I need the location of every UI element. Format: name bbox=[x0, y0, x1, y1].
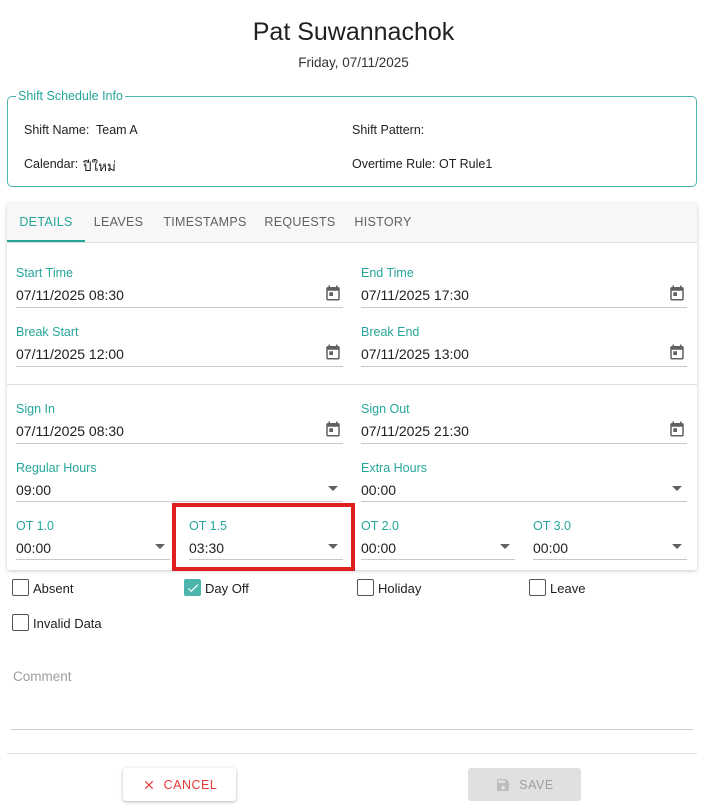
end-time-input[interactable]: 07/11/2025 17:30 bbox=[361, 287, 469, 303]
sign-out-underline bbox=[361, 443, 687, 444]
leave-checkbox[interactable] bbox=[529, 579, 546, 596]
calendar-icon[interactable] bbox=[324, 284, 342, 302]
sign-out-input[interactable]: 07/11/2025 21:30 bbox=[361, 423, 469, 439]
shift-name-label: Shift Name: bbox=[24, 123, 90, 137]
dropdown-caret-icon[interactable] bbox=[328, 486, 338, 491]
dropdown-caret-icon[interactable] bbox=[672, 486, 682, 491]
calendar-icon[interactable] bbox=[668, 420, 686, 438]
sign-in-input[interactable]: 07/11/2025 08:30 bbox=[16, 423, 124, 439]
ot-3-0-label: OT 3.0 bbox=[533, 519, 571, 533]
tab-requests[interactable]: REQUESTS bbox=[258, 203, 342, 243]
start-time-input[interactable]: 07/11/2025 08:30 bbox=[16, 287, 124, 303]
shift-info-legend: Shift Schedule Info bbox=[16, 89, 125, 103]
save-label: SAVE bbox=[519, 777, 554, 792]
dropdown-caret-icon[interactable] bbox=[155, 544, 165, 549]
calendar-icon[interactable] bbox=[668, 343, 686, 361]
cancel-button[interactable]: CANCEL bbox=[123, 768, 236, 801]
break-end-input[interactable]: 07/11/2025 13:00 bbox=[361, 346, 469, 362]
tab-history[interactable]: HISTORY bbox=[346, 203, 420, 243]
overtime-rule-label: Overtime Rule: bbox=[352, 157, 436, 171]
start-time-label: Start Time bbox=[16, 266, 73, 280]
break-start-label: Break Start bbox=[16, 325, 79, 339]
save-icon bbox=[497, 778, 510, 791]
dropdown-caret-icon[interactable] bbox=[500, 544, 510, 549]
footer-divider bbox=[7, 753, 697, 754]
calendar-value: ปีใหม่ bbox=[83, 159, 116, 174]
break-end-underline bbox=[361, 366, 687, 367]
absent-checkbox[interactable] bbox=[12, 579, 29, 596]
calendar-icon[interactable] bbox=[668, 284, 686, 302]
regular-hours-underline bbox=[16, 501, 343, 502]
end-time-underline bbox=[361, 307, 687, 308]
ot-1-0-underline bbox=[16, 559, 170, 560]
ot-2-0-underline bbox=[361, 559, 515, 560]
shift-pattern-label: Shift Pattern: bbox=[352, 123, 425, 137]
holiday-checkbox[interactable] bbox=[357, 579, 374, 596]
cancel-label: CANCEL bbox=[163, 777, 218, 792]
day-off-label: Day Off bbox=[205, 581, 249, 596]
regular-hours-label: Regular Hours bbox=[16, 461, 97, 475]
invalid-data-checkbox[interactable] bbox=[12, 614, 29, 631]
check-icon bbox=[187, 583, 198, 592]
employee-name: Pat Suwannachok bbox=[252, 18, 455, 46]
active-tab-indicator bbox=[7, 240, 85, 242]
overtime-rule-value: OT Rule1 bbox=[439, 157, 493, 171]
dropdown-caret-icon[interactable] bbox=[672, 544, 682, 549]
comment-input[interactable]: Comment bbox=[13, 669, 72, 684]
holiday-label: Holiday bbox=[378, 581, 422, 596]
schedule-date: Friday, 07/11/2025 bbox=[298, 55, 409, 70]
close-icon bbox=[144, 780, 153, 789]
break-end-label: Break End bbox=[361, 325, 420, 339]
end-time-label: End Time bbox=[361, 266, 414, 280]
ot-1-0-select[interactable]: 00:00 bbox=[16, 540, 51, 556]
absent-label: Absent bbox=[33, 581, 74, 596]
sign-out-label: Sign Out bbox=[361, 402, 410, 416]
day-off-checkbox[interactable] bbox=[184, 579, 201, 596]
shift-name-value: Team A bbox=[96, 123, 138, 137]
tab-timestamps[interactable]: TIMESTAMPS bbox=[156, 203, 254, 243]
regular-hours-select[interactable]: 09:00 bbox=[16, 482, 51, 498]
calendar-icon[interactable] bbox=[324, 420, 342, 438]
extra-hours-underline bbox=[361, 501, 687, 502]
comment-underline bbox=[11, 729, 693, 730]
sign-in-underline bbox=[16, 443, 343, 444]
extra-hours-label: Extra Hours bbox=[361, 461, 427, 475]
ot-2-0-label: OT 2.0 bbox=[361, 519, 399, 533]
tab-details[interactable]: DETAILS bbox=[7, 203, 85, 243]
section-divider bbox=[7, 384, 697, 385]
calendar-label: Calendar: bbox=[24, 157, 79, 171]
ot-2-0-select[interactable]: 00:00 bbox=[361, 540, 396, 556]
sign-in-label: Sign In bbox=[16, 402, 55, 416]
ot-1-0-label: OT 1.0 bbox=[16, 519, 54, 533]
invalid-data-label: Invalid Data bbox=[33, 616, 102, 631]
extra-hours-select[interactable]: 00:00 bbox=[361, 482, 396, 498]
break-start-underline bbox=[16, 366, 343, 367]
save-button[interactable]: SAVE bbox=[468, 768, 581, 801]
calendar-icon[interactable] bbox=[324, 343, 342, 361]
highlight-box bbox=[172, 503, 355, 571]
start-time-underline bbox=[16, 307, 343, 308]
leave-label: Leave bbox=[550, 581, 586, 596]
break-start-input[interactable]: 07/11/2025 12:00 bbox=[16, 346, 124, 362]
tab-leaves[interactable]: LEAVES bbox=[85, 203, 152, 243]
ot-3-0-underline bbox=[533, 559, 687, 560]
ot-3-0-select[interactable]: 00:00 bbox=[533, 540, 568, 556]
